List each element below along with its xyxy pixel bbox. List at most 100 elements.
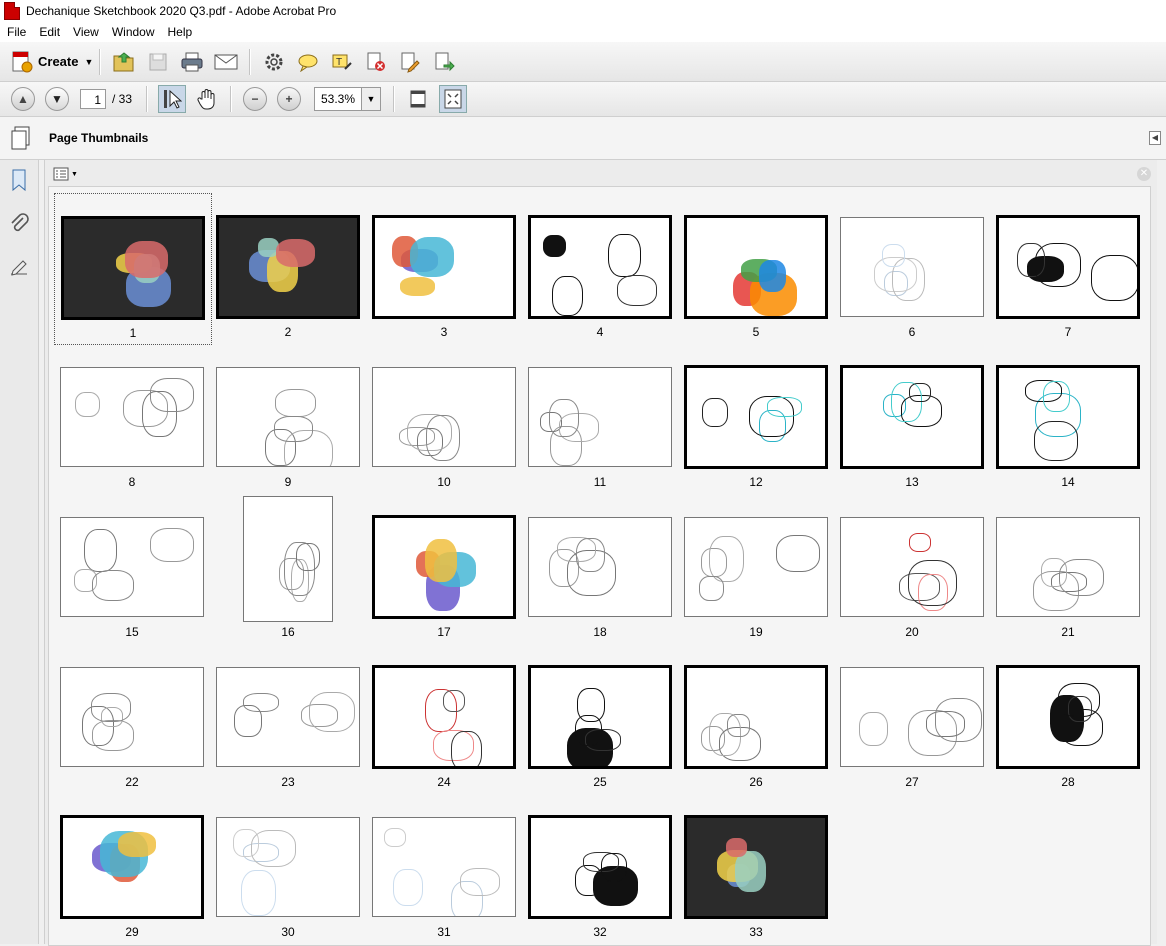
page-preview bbox=[372, 515, 516, 619]
arrow-down-icon: ▼ bbox=[45, 87, 69, 111]
page-preview bbox=[996, 517, 1140, 617]
menu-file[interactable]: File bbox=[0, 25, 32, 39]
page-number-label: 3 bbox=[440, 325, 448, 339]
select-tool-button[interactable] bbox=[158, 85, 187, 113]
page-number-label: 12 bbox=[749, 475, 763, 489]
settings-button[interactable] bbox=[261, 49, 287, 75]
page-thumbnail[interactable]: 15 bbox=[54, 493, 210, 643]
page-thumbnail[interactable]: 12 bbox=[678, 343, 834, 493]
page-preview bbox=[61, 216, 205, 320]
illustration-mark bbox=[75, 391, 100, 418]
collapse-panel-icon[interactable]: ◀ bbox=[1149, 131, 1161, 145]
chevron-down-icon: ▼ bbox=[71, 170, 78, 178]
menu-view[interactable]: View bbox=[66, 25, 105, 39]
page-thumbnail[interactable]: 30 bbox=[210, 793, 366, 943]
signature-icon[interactable] bbox=[8, 256, 30, 280]
page-number-label: 23 bbox=[281, 775, 295, 789]
zoom-in-button[interactable]: + bbox=[276, 86, 302, 112]
next-page-button[interactable]: ▼ bbox=[44, 86, 70, 112]
edit-pencil-icon bbox=[401, 52, 421, 73]
illustration-mark bbox=[543, 234, 567, 258]
page-thumbnail[interactable]: 11 bbox=[522, 343, 678, 493]
open-icon bbox=[113, 51, 134, 71]
page-thumbnail[interactable]: 33 bbox=[678, 793, 834, 943]
toolbar-separator bbox=[146, 86, 149, 112]
page-preview bbox=[528, 665, 672, 769]
previous-page-button[interactable]: ▲ bbox=[10, 86, 36, 112]
page-preview bbox=[216, 667, 360, 767]
page-preview bbox=[528, 815, 672, 919]
page-thumbnail[interactable]: 1 bbox=[54, 193, 212, 345]
illustration-mark bbox=[150, 527, 194, 563]
email-button[interactable] bbox=[213, 49, 239, 75]
page-thumbnail[interactable]: 2 bbox=[210, 193, 366, 343]
page-thumbnail[interactable]: 25 bbox=[522, 643, 678, 793]
page-preview bbox=[528, 367, 672, 467]
illustration-mark bbox=[1091, 255, 1137, 302]
page-thumbnail[interactable]: 22 bbox=[54, 643, 210, 793]
close-icon[interactable]: ✕ bbox=[1137, 167, 1151, 181]
create-label: Create bbox=[38, 54, 79, 69]
fit-page-button[interactable] bbox=[439, 85, 468, 113]
zoom-select[interactable]: 53.3% ▼ bbox=[314, 87, 382, 111]
page-preview bbox=[528, 517, 672, 617]
illustration-mark bbox=[273, 416, 313, 442]
illustration-mark bbox=[309, 691, 356, 732]
page-number-input[interactable]: 1 bbox=[80, 89, 106, 109]
illustration-mark bbox=[699, 575, 724, 602]
page-thumbnail[interactable]: 4 bbox=[522, 193, 678, 343]
page-thumbnail[interactable]: 20 bbox=[834, 493, 990, 643]
page-thumbnail[interactable]: 32 bbox=[522, 793, 678, 943]
menu-edit[interactable]: Edit bbox=[32, 25, 66, 39]
page-thumbnail[interactable]: 10 bbox=[366, 343, 522, 493]
edit-button[interactable] bbox=[397, 49, 423, 75]
page-thumbnail[interactable]: 26 bbox=[678, 643, 834, 793]
page-thumbnail[interactable]: 23 bbox=[210, 643, 366, 793]
scrolling-mode-button[interactable] bbox=[405, 86, 431, 112]
page-number-label: 19 bbox=[749, 625, 763, 639]
page-number-label: 31 bbox=[437, 925, 451, 939]
page-thumbnail[interactable]: 5 bbox=[678, 193, 834, 343]
open-button[interactable] bbox=[111, 49, 137, 75]
page-thumbnail[interactable]: 6 bbox=[834, 193, 990, 343]
page-thumbnail[interactable]: 28 bbox=[990, 643, 1146, 793]
illustration-mark bbox=[882, 244, 906, 268]
bookmark-icon[interactable] bbox=[8, 168, 30, 192]
hand-tool-button[interactable] bbox=[194, 86, 220, 112]
page-thumbnail[interactable]: 17 bbox=[366, 493, 522, 643]
page-thumbnail[interactable]: 7 bbox=[990, 193, 1146, 343]
menu-help[interactable]: Help bbox=[161, 25, 199, 39]
pages-icon[interactable] bbox=[10, 125, 32, 151]
page-preview bbox=[684, 517, 828, 617]
page-thumbnail[interactable]: 14 bbox=[990, 343, 1146, 493]
export-button[interactable] bbox=[431, 49, 457, 75]
print-button[interactable] bbox=[179, 49, 205, 75]
page-thumbnail[interactable]: 13 bbox=[834, 343, 990, 493]
page-preview bbox=[243, 496, 333, 622]
comment-button[interactable] bbox=[295, 49, 321, 75]
paperclip-icon[interactable] bbox=[8, 212, 30, 236]
delete-pages-button[interactable] bbox=[363, 49, 389, 75]
page-thumbnail[interactable]: 8 bbox=[54, 343, 210, 493]
page-thumbnail[interactable]: 29 bbox=[54, 793, 210, 943]
page-number-label: 26 bbox=[749, 775, 763, 789]
page-thumbnail[interactable]: 21 bbox=[990, 493, 1146, 643]
page-number-label: 20 bbox=[905, 625, 919, 639]
page-thumbnail[interactable]: 31 bbox=[366, 793, 522, 943]
page-thumbnail[interactable]: 27 bbox=[834, 643, 990, 793]
page-thumbnail[interactable]: 24 bbox=[366, 643, 522, 793]
thumbnail-options-button[interactable]: ▼ bbox=[53, 167, 78, 181]
page-thumbnail[interactable]: 19 bbox=[678, 493, 834, 643]
page-thumbnail[interactable]: 16 bbox=[210, 493, 366, 643]
illustration-mark bbox=[909, 382, 931, 403]
fit-width-icon bbox=[410, 90, 426, 108]
zoom-out-button[interactable]: − bbox=[242, 86, 268, 112]
highlight-button[interactable]: T bbox=[329, 49, 355, 75]
page-thumbnail[interactable]: 18 bbox=[522, 493, 678, 643]
chevron-down-icon[interactable]: ▼ bbox=[361, 88, 381, 110]
page-thumbnail[interactable]: 3 bbox=[366, 193, 522, 343]
save-button[interactable] bbox=[145, 49, 171, 75]
page-thumbnail[interactable]: 9 bbox=[210, 343, 366, 493]
menu-window[interactable]: Window bbox=[105, 25, 161, 39]
create-button[interactable]: Create ▼ bbox=[10, 50, 93, 74]
